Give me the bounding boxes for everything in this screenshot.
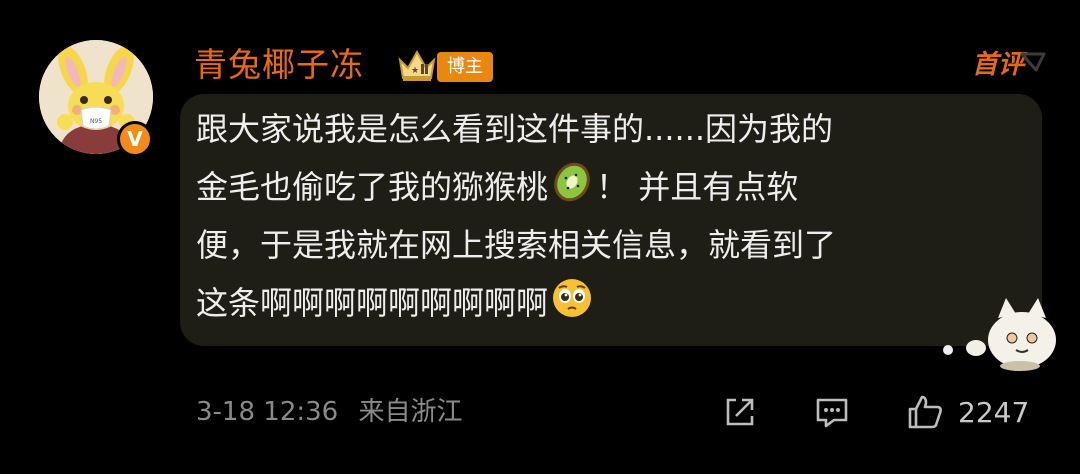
comment-line: 金毛也偷吃了我的猕猴桃 ！ 并且有点软 xyxy=(196,158,1016,216)
share-button[interactable] xyxy=(722,392,758,432)
role-tag: 博主 xyxy=(437,52,493,82)
first-comment-label: 首评 xyxy=(972,50,1025,80)
like-button[interactable]: 2247 xyxy=(906,392,1029,432)
crown-icon: ★ xyxy=(398,49,436,81)
comment-line-text: 这条啊啊啊啊啊啊啊啊啊 xyxy=(196,284,549,322)
comment-location: 来自浙江 xyxy=(358,397,463,427)
first-comment-tag: 首评 xyxy=(972,46,1046,84)
comment-line: 这条啊啊啊啊啊啊啊啊啊 xyxy=(196,274,1016,332)
comment-line: 便，于是我就在网上搜索相关信息，就看到了 xyxy=(196,226,837,264)
bubble-tail-icon xyxy=(1020,52,1046,72)
thumbs-up-icon xyxy=(908,395,942,429)
comment-line-text: 金毛也偷吃了我的猕猴桃 xyxy=(196,168,549,206)
comment-line-text: ！ 并且有点软 xyxy=(596,168,799,206)
comment-icon xyxy=(816,398,848,428)
comment-date: 3-18 12:36 xyxy=(196,397,339,427)
like-count: 2247 xyxy=(958,395,1030,429)
comment-line: 跟大家说我是怎么看到这件事的......因为我的 xyxy=(196,110,834,148)
cat-sticker-icon xyxy=(943,298,1056,371)
reply-button[interactable] xyxy=(814,392,850,432)
avatar-mask-label: N95 xyxy=(90,118,102,125)
verified-badge: V xyxy=(117,121,153,157)
share-icon xyxy=(726,398,754,426)
kiwi-emoji-icon xyxy=(554,162,590,202)
comment-meta: 3-18 12:36 来自浙江 xyxy=(196,392,474,432)
pleading-face-emoji-icon xyxy=(553,279,592,317)
comment-text: 跟大家说我是怎么看到这件事的......因为我的 金毛也偷吃了我的猕猴桃 ！ 并… xyxy=(196,100,1016,332)
svg-text:★: ★ xyxy=(411,66,419,76)
username[interactable]: 青兔椰子冻 xyxy=(194,40,364,90)
